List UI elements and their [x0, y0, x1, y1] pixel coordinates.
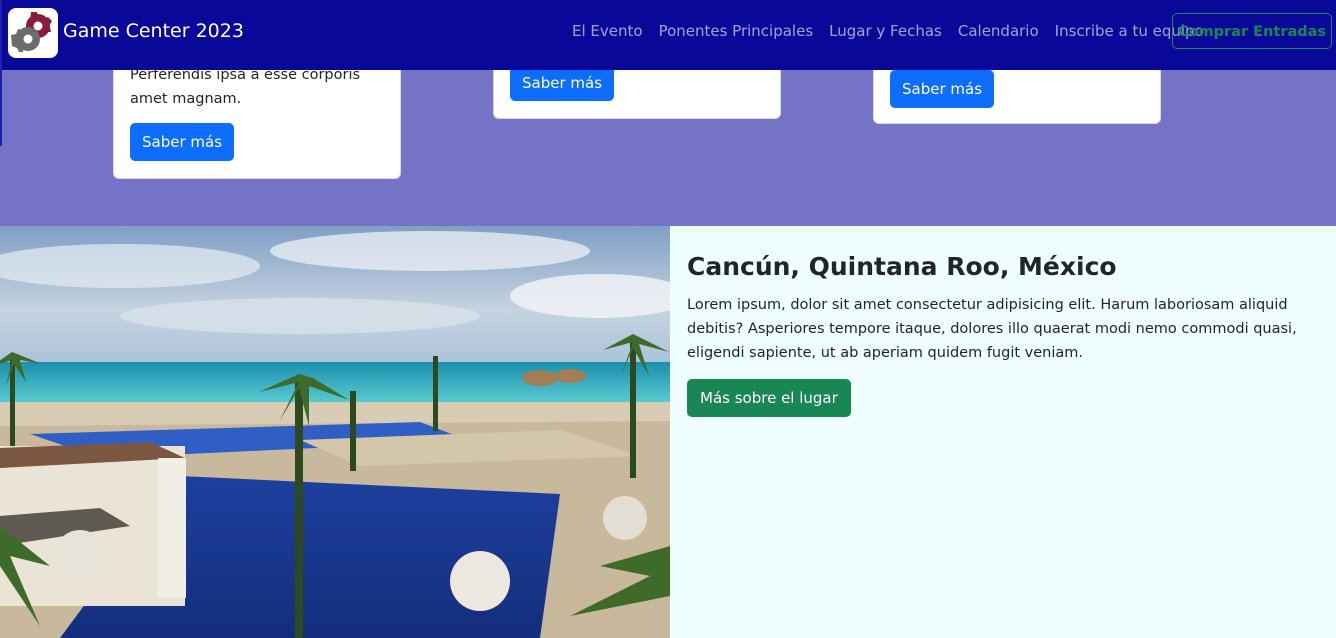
- location-more-button[interactable]: Más sobre el lugar: [687, 379, 851, 417]
- card: Perferendis ipsa a esse corporis amet ma…: [113, 56, 401, 179]
- nav-link-calendario[interactable]: Calendario: [958, 22, 1039, 40]
- location-title: Cancún, Quintana Roo, México: [687, 252, 1117, 281]
- learn-more-button[interactable]: Saber más: [890, 70, 995, 108]
- venue-photo: [0, 226, 670, 638]
- gear-icon: [11, 12, 52, 52]
- cards-section: Perferendis ipsa a esse corporis amet ma…: [0, 56, 1336, 226]
- learn-more-button[interactable]: Saber más: [510, 65, 615, 101]
- brand-title[interactable]: Game Center 2023: [63, 20, 244, 42]
- resort-pool-image: [0, 226, 670, 638]
- learn-more-button[interactable]: Saber más: [130, 123, 235, 161]
- nav-link-lugar-fechas[interactable]: Lugar y Fechas: [829, 22, 942, 40]
- navbar: Game Center 2023 El Evento Ponentes Prin…: [0, 0, 1336, 146]
- card-text: Perferendis ipsa a esse corporis amet ma…: [130, 63, 380, 111]
- location-section: Cancún, Quintana Roo, México Lorem ipsum…: [670, 226, 1336, 638]
- nav-links: El Evento Ponentes Principales Lugar y F…: [572, 22, 1204, 40]
- location-description: Lorem ipsum, dolor sit amet consectetur …: [687, 297, 1297, 361]
- card-text-line: amet magnam.: [130, 91, 242, 107]
- nav-link-ponentes[interactable]: Ponentes Principales: [659, 22, 814, 40]
- nav-link-el-evento[interactable]: El Evento: [572, 22, 643, 40]
- brand-logo[interactable]: [8, 8, 58, 58]
- buy-tickets-button[interactable]: Comprar Entradas: [1172, 13, 1332, 49]
